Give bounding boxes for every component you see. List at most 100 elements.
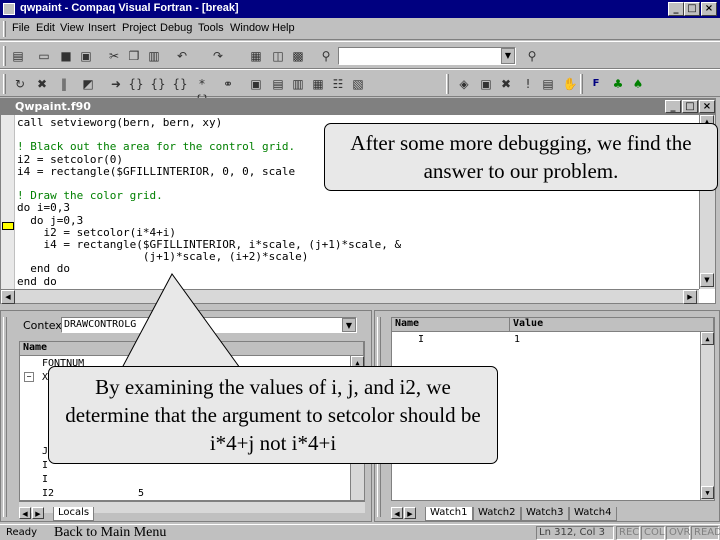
step-over-icon[interactable]: {} <box>150 76 166 92</box>
scroll-right-icon[interactable]: ▶ <box>683 290 697 304</box>
locals-row-name[interactable]: I2 <box>42 488 54 499</box>
scroll-left-icon[interactable]: ◀ <box>1 290 15 304</box>
menu-help[interactable]: Help <box>272 22 295 34</box>
variables-window-icon[interactable]: ▤ <box>270 76 286 92</box>
copy-icon[interactable]: ❐ <box>126 48 142 64</box>
watch-window-icon[interactable]: ▣ <box>248 76 264 92</box>
step-into-icon[interactable]: {} <box>128 76 144 92</box>
show-next-statement-icon[interactable]: ➜ <box>108 76 124 92</box>
stop-build-icon[interactable]: ✖ <box>498 76 514 92</box>
menu-view[interactable]: View <box>60 22 84 34</box>
stop-debugging-icon[interactable]: ✖ <box>34 76 50 92</box>
compile-icon[interactable]: ◈ <box>456 76 472 92</box>
collapse-icon[interactable]: − <box>24 372 34 382</box>
scroll-up-icon[interactable]: ▲ <box>701 332 714 345</box>
debug-toolbar: ↻ ✖ ‖ ◩ ➜ {} {} {} *{} ⚭ ▣ ▤ ▥ ▦ ☷ ▧ ◈ ▣… <box>0 69 720 107</box>
locals-row-name[interactable]: I <box>42 460 48 471</box>
minimize-button[interactable]: _ <box>668 2 684 16</box>
chevron-down-icon[interactable]: ▼ <box>501 48 515 64</box>
menu-insert[interactable]: Insert <box>88 22 116 34</box>
run-to-cursor-icon[interactable]: *{} <box>194 76 210 107</box>
disassembly-icon[interactable]: ▧ <box>350 76 366 92</box>
save-icon[interactable]: ■ <box>58 48 74 64</box>
menu-window[interactable]: Window <box>230 22 269 34</box>
go-icon[interactable]: ▤ <box>540 76 556 92</box>
watch-scrollbar[interactable]: ▲ ▼ <box>700 332 714 500</box>
window-list-icon[interactable]: ▩ <box>290 48 306 64</box>
registers-window-icon[interactable]: ▥ <box>290 76 306 92</box>
tree-icon[interactable]: ♣ <box>610 76 626 92</box>
save-all-icon[interactable]: ▣ <box>78 48 94 64</box>
maximize-button[interactable]: □ <box>684 2 700 16</box>
cut-icon[interactable]: ✂ <box>106 48 122 64</box>
execute-icon[interactable]: ! <box>520 76 536 92</box>
menu-edit[interactable]: Edit <box>36 22 55 34</box>
memory-window-icon[interactable]: ▦ <box>310 76 326 92</box>
menu-grip <box>3 21 6 37</box>
build-icon[interactable]: ▣ <box>478 76 494 92</box>
tab-watch2[interactable]: Watch2 <box>473 507 521 521</box>
scroll-down-icon[interactable]: ▼ <box>700 273 714 287</box>
code-line[interactable]: do j=0,3 <box>17 214 697 227</box>
fortran-icon[interactable]: F <box>588 76 604 92</box>
find-in-files-icon[interactable]: ⚲ <box>318 48 334 64</box>
code-line[interactable]: do i=0,3 <box>17 202 697 214</box>
code-line[interactable]: end do <box>17 263 697 275</box>
locals-row-name[interactable]: I <box>42 474 48 485</box>
callout-bottom-text: By examining the values of i, j, and i2,… <box>65 375 481 455</box>
back-to-main-menu-link[interactable]: Back to Main Menu <box>54 525 166 540</box>
new-file-icon[interactable]: ▤ <box>10 48 26 64</box>
tab-watch4[interactable]: Watch4 <box>569 507 617 521</box>
editor-minimize-button[interactable]: _ <box>665 100 681 113</box>
tab-watch3[interactable]: Watch3 <box>521 507 569 521</box>
watch-row-name[interactable]: I <box>418 334 424 345</box>
menu-file[interactable]: File <box>12 22 30 34</box>
find-icon[interactable]: ⚲ <box>524 48 540 64</box>
insert-breakpoint-icon[interactable]: ✋ <box>562 76 578 92</box>
editor-title-bar: Qwpaint.f90 _ □ × <box>1 99 715 115</box>
menu-project[interactable]: Project <box>122 22 156 34</box>
watch-row-value[interactable]: 1 <box>514 334 520 345</box>
callout-top: After some more debugging, we find the a… <box>324 123 718 191</box>
editor-maximize-button[interactable]: □ <box>682 100 698 113</box>
scroll-down-icon[interactable]: ▼ <box>701 486 714 499</box>
code-comment-line[interactable]: ! Draw the color grid. <box>17 190 697 202</box>
step-out-icon[interactable]: {} <box>172 76 188 92</box>
toolbar-grip <box>3 74 6 94</box>
tab-scroll-left-icon[interactable]: ◀ <box>19 507 31 519</box>
output-icon[interactable]: ◫ <box>270 48 286 64</box>
tab-scroll-right-icon[interactable]: ▶ <box>32 507 44 519</box>
code-line[interactable]: end do <box>17 275 697 287</box>
locals-header-name[interactable]: Name <box>20 342 364 356</box>
restart-icon[interactable]: ↻ <box>12 76 28 92</box>
menu-tools[interactable]: Tools <box>198 22 224 34</box>
toolbar-grip <box>3 46 6 66</box>
title-bar: qwpaint - Compaq Visual Fortran - [break… <box>0 0 720 18</box>
tab-locals[interactable]: Locals <box>53 507 95 521</box>
undo-icon[interactable]: ↶ <box>174 48 190 64</box>
call-stack-icon[interactable]: ☷ <box>330 76 346 92</box>
tab-scroll-right-icon[interactable]: ▶ <box>404 507 416 519</box>
watch-header-name[interactable]: Name <box>392 318 510 332</box>
open-folder-icon[interactable]: ▭ <box>36 48 52 64</box>
tree-icon-2[interactable]: ♠ <box>630 76 646 92</box>
tab-scroll-left-icon[interactable]: ◀ <box>391 507 403 519</box>
menu-debug[interactable]: Debug <box>160 22 192 34</box>
watch-header-value[interactable]: Value <box>510 318 714 332</box>
redo-icon[interactable]: ↷ <box>210 48 226 64</box>
cursor-position: Ln 312, Col 3 <box>536 526 614 540</box>
paste-icon[interactable]: ▥ <box>146 48 162 64</box>
context-combo[interactable]: DRAWCONTROLG ▼ <box>61 317 357 333</box>
find-combo[interactable]: ▼ <box>338 47 516 65</box>
quick-watch-icon[interactable]: ⚭ <box>220 76 236 92</box>
chevron-down-icon[interactable]: ▼ <box>342 318 356 332</box>
editor-horizontal-scrollbar[interactable]: ◀ ▶ <box>1 289 699 304</box>
standard-toolbar: ▤ ▭ ■ ▣ ✂ ❐ ▥ ↶ ↷ ▦ ◫ ▩ ⚲ ▼ ⚲ <box>0 41 720 69</box>
workspace-icon[interactable]: ▦ <box>248 48 264 64</box>
tab-watch1[interactable]: Watch1 <box>425 507 473 521</box>
apply-changes-icon[interactable]: ◩ <box>80 76 96 92</box>
break-icon[interactable]: ‖ <box>56 76 72 92</box>
editor-close-button[interactable]: × <box>699 100 715 113</box>
close-button[interactable]: × <box>701 2 717 16</box>
code-line[interactable]: (j+1)*scale, (i+2)*scale) <box>17 251 697 263</box>
